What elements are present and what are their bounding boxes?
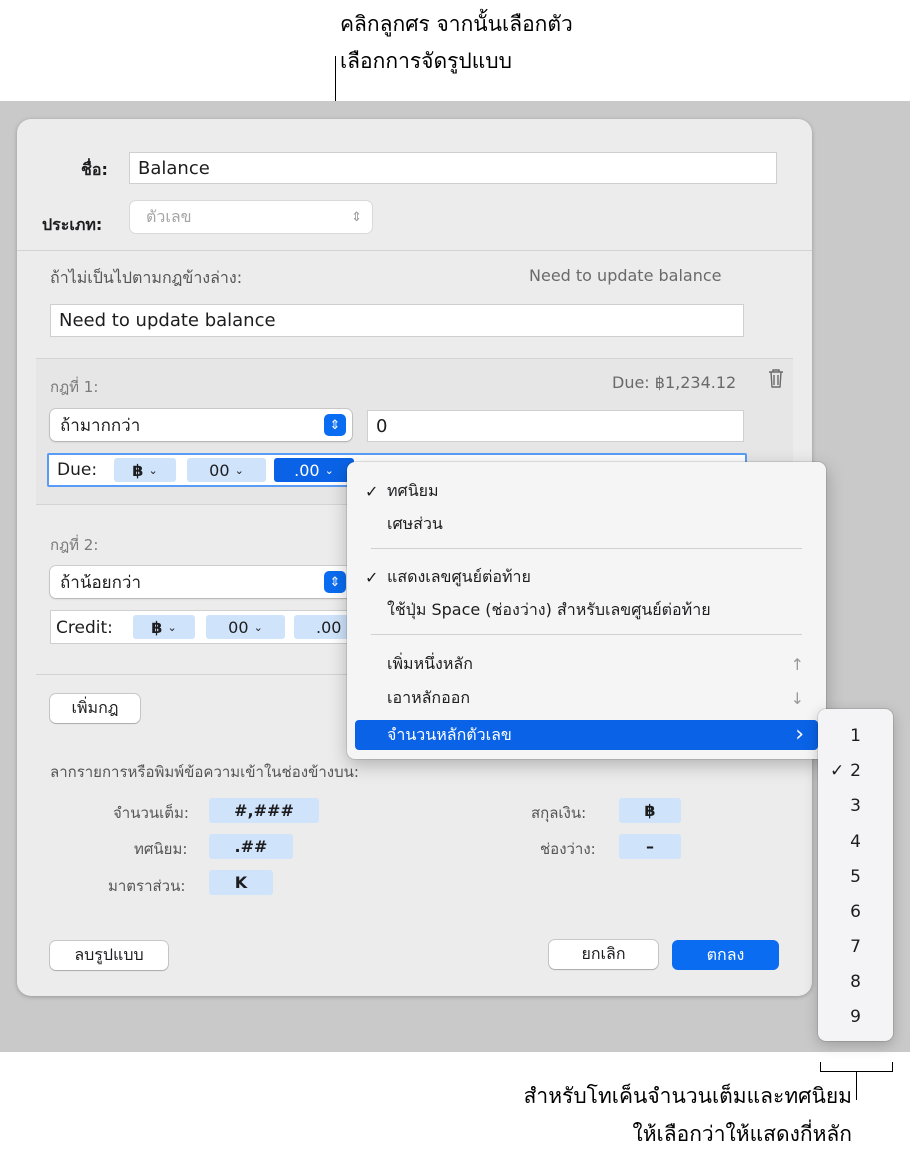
chevron-right-icon: › — [795, 722, 804, 747]
drag-hint: ลากรายการหรือพิมพ์ข้อความเข้าในช่องข้างบ… — [50, 763, 359, 781]
trash-icon[interactable] — [766, 367, 786, 389]
menu-item-decimal-label: ทศนิยม — [387, 480, 439, 500]
decimal-format-menu: ✓ ทศนิยม เศษส่วน ✓ แสดงเลขศูนย์ต่อท้าย ใ… — [347, 462, 826, 759]
callout-bottom-line1: สำหรับโทเค็นจำนวนเต็มและทศนิยม — [523, 1084, 852, 1108]
rule2-label: กฎที่ 2: — [50, 536, 99, 554]
type-popup: ตัวเลข ⇕ — [130, 201, 372, 233]
type-value: ตัวเลข — [146, 206, 192, 226]
fallback-preview: Need to update balance — [529, 266, 722, 285]
delete-format-button[interactable]: ลบรูปแบบ — [50, 941, 168, 970]
arrow-up-icon: ↑ — [790, 654, 804, 674]
add-rule-button[interactable]: เพิ่มกฎ — [50, 694, 140, 723]
menu-item-add-digit[interactable]: เพิ่มหนึ่งหลัก ↑ — [347, 649, 826, 679]
currency-label: สกุลเงิน: — [531, 804, 587, 822]
rule1-format-prefix: Due: — [57, 460, 98, 480]
chevron-down-icon: ⌄ — [148, 463, 158, 477]
rule1-value-input[interactable]: 0 — [367, 410, 744, 442]
updown-icon: ⇕ — [351, 209, 362, 225]
scale-label: มาตราส่วน: — [108, 877, 186, 895]
cancel-button[interactable]: ยกเลิก — [549, 940, 658, 969]
submenu-item-3[interactable]: 3 — [818, 789, 893, 823]
menu-separator — [371, 634, 802, 635]
menu-item-remove-digit-label: เอาหลักออก — [387, 687, 471, 707]
fallback-input[interactable]: Need to update balance — [50, 304, 744, 337]
updown-stepper-icon: ⇕ — [324, 414, 346, 436]
decimal-token[interactable]: .## — [209, 834, 293, 859]
submenu-item-1[interactable]: 1 — [818, 719, 893, 753]
rule2-format-prefix: Credit: — [56, 618, 113, 638]
menu-item-use-space-trailing[interactable]: ใช้ปุ่ม Space (ช่องว่าง) สำหรับเลขศูนย์ต… — [347, 595, 826, 625]
decimal-label: ทศนิยม: — [134, 840, 188, 858]
menu-item-add-digit-label: เพิ่มหนึ่งหลัก — [387, 653, 473, 673]
submenu-item-9[interactable]: 9 — [818, 1000, 893, 1034]
rule2-integer-token[interactable]: 00 ⌄ — [206, 615, 285, 639]
submenu-item-7[interactable]: 7 — [818, 930, 893, 964]
ok-button[interactable]: ตกลง — [672, 940, 779, 970]
chevron-down-icon: ⌄ — [234, 463, 244, 477]
rule1-decimal-token-active[interactable]: .00 ⌄ — [274, 458, 354, 482]
chevron-down-icon: ⌄ — [324, 463, 334, 477]
rule1-label: กฎที่ 1: — [50, 378, 99, 396]
updown-stepper-icon: ⇕ — [324, 571, 346, 593]
arrow-down-icon: ↓ — [790, 688, 804, 708]
rule1-condition-popup[interactable]: ถ้ามากกว่า ⇕ — [50, 409, 352, 441]
callout-top-line1: คลิกลูกศร จากนั้นเลือกตัว — [340, 12, 573, 36]
menu-item-num-digits-label: จำนวนหลักตัวเลข — [387, 724, 512, 744]
rule1-currency-token[interactable]: ฿ ⌄ — [114, 458, 176, 482]
name-label: ชื่อ: — [81, 160, 108, 179]
callout-bottom-line2: ให้เลือกว่าให้แสดงกี่หลัก — [632, 1122, 852, 1146]
callout-bracket-stem — [856, 1072, 857, 1100]
scale-token[interactable]: K — [209, 870, 273, 895]
rule2-decimal-token[interactable]: .00 — [294, 615, 350, 639]
checkmark-icon: ✓ — [365, 481, 379, 501]
submenu-item-2[interactable]: ✓ 2 — [818, 754, 893, 788]
type-label: ประเภท: — [42, 215, 103, 234]
currency-token[interactable]: ฿ — [619, 798, 681, 823]
menu-item-show-trailing-zeros-label: แสดงเลขศูนย์ต่อท้าย — [387, 566, 531, 586]
rule2-currency-token[interactable]: ฿ ⌄ — [133, 615, 195, 639]
menu-item-use-space-trailing-label: ใช้ปุ่ม Space (ช่องว่าง) สำหรับเลขศูนย์ต… — [387, 599, 711, 619]
integer-token[interactable]: #,### — [209, 798, 319, 823]
fallback-label: ถ้าไม่เป็นไปตามกฎข้างล่าง: — [50, 268, 243, 287]
menu-item-remove-digit[interactable]: เอาหลักออก ↓ — [347, 683, 826, 713]
digit-count-submenu: 1 ✓ 2 3 4 5 6 7 8 9 — [818, 709, 893, 1041]
rule1-condition: ถ้ามากกว่า — [60, 415, 141, 436]
menu-item-show-trailing-zeros[interactable]: ✓ แสดงเลขศูนย์ต่อท้าย — [347, 562, 826, 592]
rule2-condition: ถ้าน้อยกว่า — [60, 572, 142, 593]
chevron-down-icon: ⌄ — [253, 620, 263, 634]
integer-label: จำนวนเต็ม: — [113, 804, 189, 822]
space-label: ช่องว่าง: — [540, 840, 596, 858]
submenu-item-6[interactable]: 6 — [818, 895, 893, 929]
rule1-integer-token[interactable]: 00 ⌄ — [187, 458, 266, 482]
space-token[interactable]: – — [619, 834, 681, 859]
submenu-item-5[interactable]: 5 — [818, 860, 893, 894]
callout-bracket — [820, 1062, 893, 1072]
rule2-condition-popup[interactable]: ถ้าน้อยกว่า ⇕ — [50, 566, 352, 598]
submenu-item-8[interactable]: 8 — [818, 965, 893, 999]
checkmark-icon: ✓ — [830, 761, 845, 781]
menu-item-fraction[interactable]: เศษส่วน — [347, 509, 826, 539]
checkmark-icon: ✓ — [365, 567, 379, 587]
chevron-down-icon: ⌄ — [167, 620, 177, 634]
callout-top-line2: เลือกการจัดรูปแบบ — [340, 49, 512, 73]
rule1-preview: Due: ฿1,234.12 — [612, 373, 737, 392]
menu-separator — [371, 548, 802, 549]
menu-item-fraction-label: เศษส่วน — [387, 513, 443, 533]
divider-top — [17, 250, 812, 251]
menu-item-decimal[interactable]: ✓ ทศนิยม — [347, 476, 826, 506]
menu-item-num-digits[interactable]: จำนวนหลักตัวเลข › — [355, 720, 818, 750]
name-field[interactable]: Balance — [129, 152, 777, 184]
submenu-item-4[interactable]: 4 — [818, 825, 893, 859]
